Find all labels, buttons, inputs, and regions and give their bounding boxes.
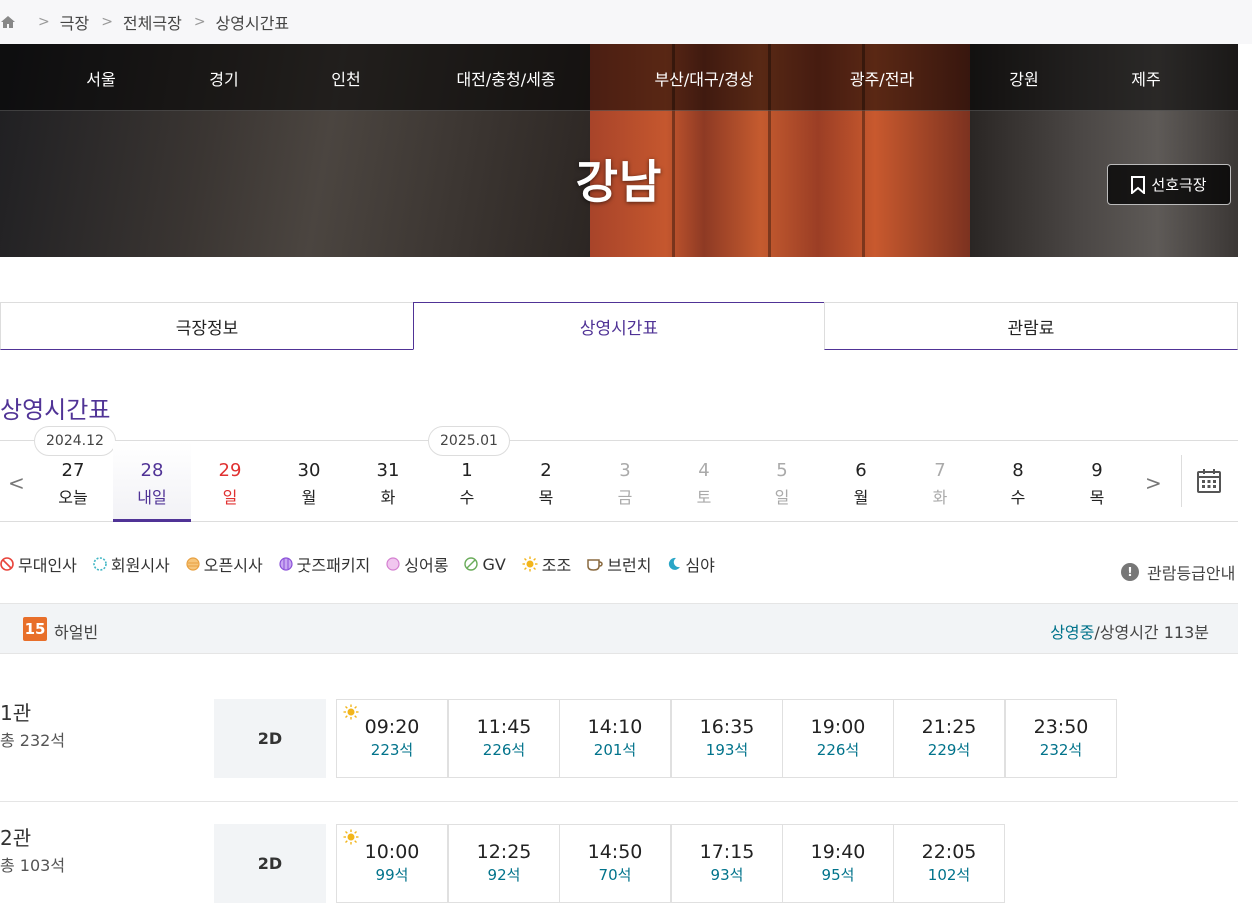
breadcrumb-all-theaters[interactable]: 전체극장	[123, 10, 182, 34]
region-gangwon[interactable]: 강원	[1009, 66, 1038, 90]
showtime-slot[interactable]: 10:00 99석	[336, 824, 448, 903]
date-item[interactable]: 1수	[428, 441, 506, 522]
bookmark-icon	[1131, 175, 1146, 194]
member-preview-icon	[93, 557, 107, 571]
showtime-slot[interactable]: 14:10 201석	[559, 699, 671, 778]
showtime-slot[interactable]: 19:00 226석	[782, 699, 894, 778]
rating-guide-link[interactable]: ! 관람등급안내	[1121, 560, 1235, 584]
legend-item: 조조	[522, 552, 571, 576]
tab-theater-info[interactable]: 극장정보	[0, 302, 414, 350]
movie-header: 15 하얼빈 상영중/상영시간 113분	[0, 603, 1238, 654]
region-daejeon[interactable]: 대전/충청/세종	[456, 66, 555, 90]
region-jeju[interactable]: 제주	[1131, 66, 1160, 90]
coffee-cup-icon	[587, 559, 604, 571]
section-title: 상영시간표	[0, 396, 111, 424]
showtime-slot[interactable]: 17:15 93석	[671, 824, 783, 903]
theater-name: 강남	[575, 155, 663, 209]
breadcrumb: > 극장 > 전체극장 > 상영시간표	[0, 0, 1252, 44]
date-item-selected[interactable]: 28 내일	[113, 441, 191, 522]
screening-legend: 무대인사 회원시사 오픈시사 굿즈패키지 싱어롱 GV 조조 브런치 심야	[0, 552, 715, 576]
legend-item: 회원시사	[93, 552, 170, 576]
legend-item: GV	[464, 552, 506, 576]
chevron-right-icon: >	[38, 14, 50, 30]
date-item[interactable]: 6월	[822, 441, 900, 522]
region-gwangju[interactable]: 광주/전라	[850, 66, 914, 90]
stage-greeting-icon	[0, 557, 14, 571]
date-item[interactable]: 30 월	[270, 441, 348, 522]
region-seoul[interactable]: 서울	[86, 66, 115, 90]
sun-icon	[343, 829, 359, 845]
screen-format: 2D	[214, 824, 326, 903]
showtime-slot[interactable]: 23:50 232석	[1005, 699, 1117, 778]
movie-status: 상영중/상영시간 113분	[1050, 623, 1209, 642]
screen-name: 2관	[0, 826, 32, 850]
open-preview-icon	[186, 557, 200, 571]
date-item-disabled: 5일	[774, 460, 790, 507]
screen-seats: 총 103석	[0, 856, 66, 875]
chevron-right-icon: >	[101, 14, 113, 30]
age-rating-badge: 15	[23, 617, 47, 641]
calendar-icon[interactable]	[1196, 468, 1222, 494]
screen-name: 1관	[0, 701, 32, 725]
date-item[interactable]: 31 화	[349, 441, 427, 522]
legend-item: 무대인사	[0, 552, 77, 576]
legend-item: 오픈시사	[186, 552, 263, 576]
tab-schedule[interactable]: 상영시간표	[413, 302, 825, 350]
region-gyeonggi[interactable]: 경기	[209, 66, 238, 90]
region-busan[interactable]: 부산/대구/경상	[654, 66, 753, 90]
exclamation-icon: !	[1121, 563, 1139, 581]
chevron-right-icon: >	[193, 14, 206, 30]
screen-format: 2D	[214, 699, 326, 778]
screen-row: 2관 총 103석 2D 10:00 99석 12:25 92석 14:50 70석 …	[0, 822, 1238, 904]
legend-item: 싱어롱	[386, 552, 448, 576]
date-item[interactable]: 27 오늘	[34, 441, 112, 522]
showtime-slot[interactable]: 21:25 229석	[893, 699, 1005, 778]
date-item[interactable]: 29 일	[191, 441, 269, 522]
showtime-slot[interactable]: 22:05 102석	[893, 824, 1005, 903]
screen-row: 1관 총 232석 2D 09:20 223석 11:45 226석 14:10 20…	[0, 697, 1238, 778]
showtime-slot[interactable]: 16:35 193석	[671, 699, 783, 778]
showtime-slot[interactable]: 14:50 70석	[559, 824, 671, 903]
showtime-slot[interactable]: 09:20 223석	[336, 699, 448, 778]
showtime-slot[interactable]: 19:40 95석	[782, 824, 894, 903]
date-item-disabled: 3금	[617, 460, 633, 507]
home-icon[interactable]	[0, 14, 16, 30]
date-item[interactable]: 2목	[507, 441, 585, 522]
showtime-slot[interactable]: 12:25 92석	[448, 824, 560, 903]
date-item-disabled: 7화	[932, 460, 948, 507]
date-strip: < 2024.12 2025.01 27 오늘 28 내일 29 일 30 월 31 화 …	[0, 426, 1238, 522]
date-item-disabled: 4토	[696, 460, 712, 507]
breadcrumb-schedule[interactable]: 상영시간표	[216, 10, 290, 34]
legend-item: 굿즈패키지	[279, 552, 370, 576]
sun-icon	[343, 704, 359, 720]
goods-package-icon	[279, 557, 293, 571]
breadcrumb-theater[interactable]: 극장	[60, 10, 89, 34]
date-item[interactable]: 8수	[979, 441, 1057, 522]
tab-price[interactable]: 관람료	[824, 302, 1238, 350]
favorite-label: 선호극장	[1151, 176, 1207, 194]
theater-tabs: 극장정보 상영시간표 관람료	[0, 302, 1238, 350]
screen-seats: 총 232석	[0, 731, 66, 750]
theater-hero: 서울 경기 인천 대전/충청/세종 부산/대구/경상 광주/전라 강원 제주 강…	[0, 44, 1238, 257]
showtime-slot[interactable]: 11:45 226석	[448, 699, 560, 778]
singalong-icon	[386, 557, 400, 571]
gv-icon	[464, 557, 479, 571]
moon-icon	[669, 557, 681, 570]
legend-item: 브런치	[587, 552, 651, 576]
legend-item: 심야	[667, 552, 715, 576]
favorite-theater-button[interactable]: 선호극장	[1107, 164, 1231, 205]
region-incheon[interactable]: 인천	[331, 66, 360, 90]
movie-title[interactable]: 하얼빈	[54, 619, 98, 643]
chevron-left-icon[interactable]: <	[8, 471, 25, 495]
date-item[interactable]: 9목	[1058, 441, 1136, 522]
sun-icon	[522, 556, 538, 572]
chevron-right-icon[interactable]: >	[1145, 471, 1162, 495]
region-nav: 서울 경기 인천 대전/충청/세종 부산/대구/경상 광주/전라 강원 제주	[0, 44, 1238, 111]
divider	[0, 801, 1238, 802]
